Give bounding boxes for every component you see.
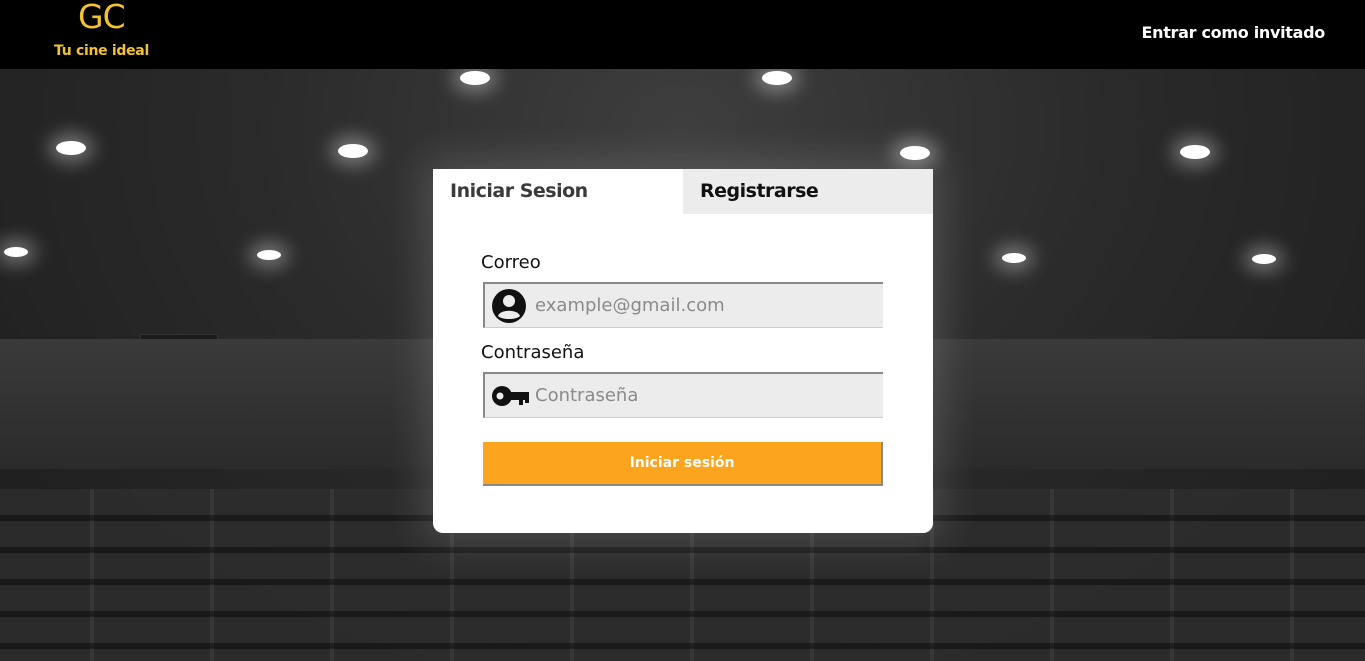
brand-logo[interactable]: GC bbox=[78, 0, 126, 36]
password-input[interactable] bbox=[535, 374, 875, 416]
key-icon bbox=[491, 379, 529, 413]
ceiling-light bbox=[1252, 254, 1276, 264]
user-circle-icon bbox=[491, 289, 527, 323]
ceiling-light bbox=[257, 250, 281, 260]
ceiling-light bbox=[900, 146, 930, 160]
ceiling-light bbox=[338, 144, 368, 158]
password-label: Contraseña bbox=[481, 342, 585, 363]
email-field-wrapper bbox=[483, 282, 883, 328]
email-label: Correo bbox=[481, 252, 541, 273]
ceiling-light bbox=[1180, 145, 1210, 159]
ceiling-light bbox=[4, 247, 28, 257]
ceiling-light bbox=[460, 71, 490, 85]
top-navbar: GC Tu cine ideal Entrar como invitado bbox=[0, 0, 1365, 69]
guest-login-link[interactable]: Entrar como invitado bbox=[1141, 23, 1325, 42]
brand-tagline: Tu cine ideal bbox=[54, 43, 149, 59]
login-submit-button[interactable]: Iniciar sesión bbox=[483, 442, 883, 486]
ceiling-light bbox=[1002, 253, 1026, 263]
password-field-wrapper bbox=[483, 372, 883, 418]
auth-tabs: Iniciar Sesion Registrarse bbox=[433, 169, 933, 214]
email-input[interactable] bbox=[535, 284, 875, 326]
login-card: Iniciar Sesion Registrarse Correo Contra… bbox=[433, 169, 933, 533]
ceiling-light bbox=[762, 71, 792, 85]
tab-login[interactable]: Iniciar Sesion bbox=[433, 169, 683, 214]
ceiling-light bbox=[56, 141, 86, 155]
tab-register[interactable]: Registrarse bbox=[683, 169, 933, 214]
